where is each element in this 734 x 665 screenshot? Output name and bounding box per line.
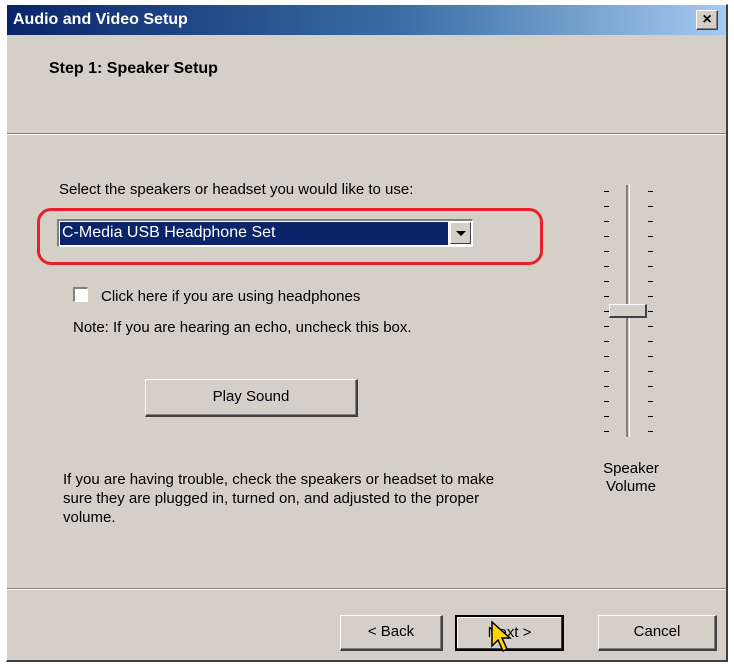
back-button[interactable]: < Back [340, 615, 443, 651]
slider-tick [648, 341, 653, 342]
slider-tick [604, 401, 609, 402]
slider-tick [648, 401, 653, 402]
speaker-select-label: Select the speakers or headset you would… [59, 181, 414, 198]
window-title: Audio and Video Setup [13, 11, 188, 28]
slider-tick [604, 416, 609, 417]
slider-tick [604, 221, 609, 222]
slider-tick [604, 236, 609, 237]
cancel-button[interactable]: Cancel [598, 615, 717, 651]
speaker-volume-label: Speaker Volume [585, 460, 677, 496]
speaker-volume-label-line1: Speaker [603, 460, 659, 477]
slider-tick [648, 416, 653, 417]
slider-tick [648, 236, 653, 237]
header-divider [7, 133, 726, 135]
slider-tick [604, 206, 609, 207]
slider-tick [648, 281, 653, 282]
slider-tick [648, 371, 653, 372]
slider-tick [648, 296, 653, 297]
slider-tick [648, 311, 653, 312]
close-icon[interactable]: × [696, 10, 718, 30]
slider-tick [604, 266, 609, 267]
slider-tick [604, 356, 609, 357]
slider-tick [648, 191, 653, 192]
chevron-down-icon[interactable] [450, 222, 471, 244]
slider-tick [648, 206, 653, 207]
audio-video-setup-dialog: Audio and Video Setup × Step 1: Speaker … [6, 4, 728, 662]
speaker-select-value[interactable]: C-Media USB Headphone Set [60, 222, 448, 245]
slider-tick [648, 221, 653, 222]
speaker-volume-label-line2: Volume [605, 478, 657, 495]
slider-tick [604, 431, 609, 432]
headphones-checkbox[interactable] [73, 287, 88, 302]
slider-tick [604, 371, 609, 372]
slider-thumb[interactable] [609, 304, 647, 318]
slider-tick [604, 326, 609, 327]
footer-divider [7, 588, 726, 590]
help-text: If you are having trouble, check the spe… [63, 471, 495, 526]
speaker-select-dropdown[interactable]: C-Media USB Headphone Set [57, 219, 473, 247]
title-bar[interactable]: Audio and Video Setup × [7, 5, 726, 35]
slider-tick [604, 341, 609, 342]
slider-tick [604, 296, 609, 297]
slider-tick [648, 266, 653, 267]
slider-tick [648, 326, 653, 327]
slider-tick [648, 431, 653, 432]
slider-tick [604, 311, 609, 312]
speaker-volume-slider[interactable] [592, 185, 672, 437]
slider-tick [604, 251, 609, 252]
slider-tick [648, 251, 653, 252]
slider-tick [648, 386, 653, 387]
headphones-checkbox-label[interactable]: Click here if you are using headphones [101, 288, 360, 305]
slider-tick [604, 281, 609, 282]
mouse-cursor-icon [491, 620, 512, 653]
play-sound-button[interactable]: Play Sound [145, 379, 358, 417]
echo-note: Note: If you are hearing an echo, unchec… [73, 319, 412, 336]
slider-tick [604, 386, 609, 387]
slider-tick [604, 191, 609, 192]
slider-tick [648, 356, 653, 357]
step-title: Step 1: Speaker Setup [49, 60, 218, 77]
